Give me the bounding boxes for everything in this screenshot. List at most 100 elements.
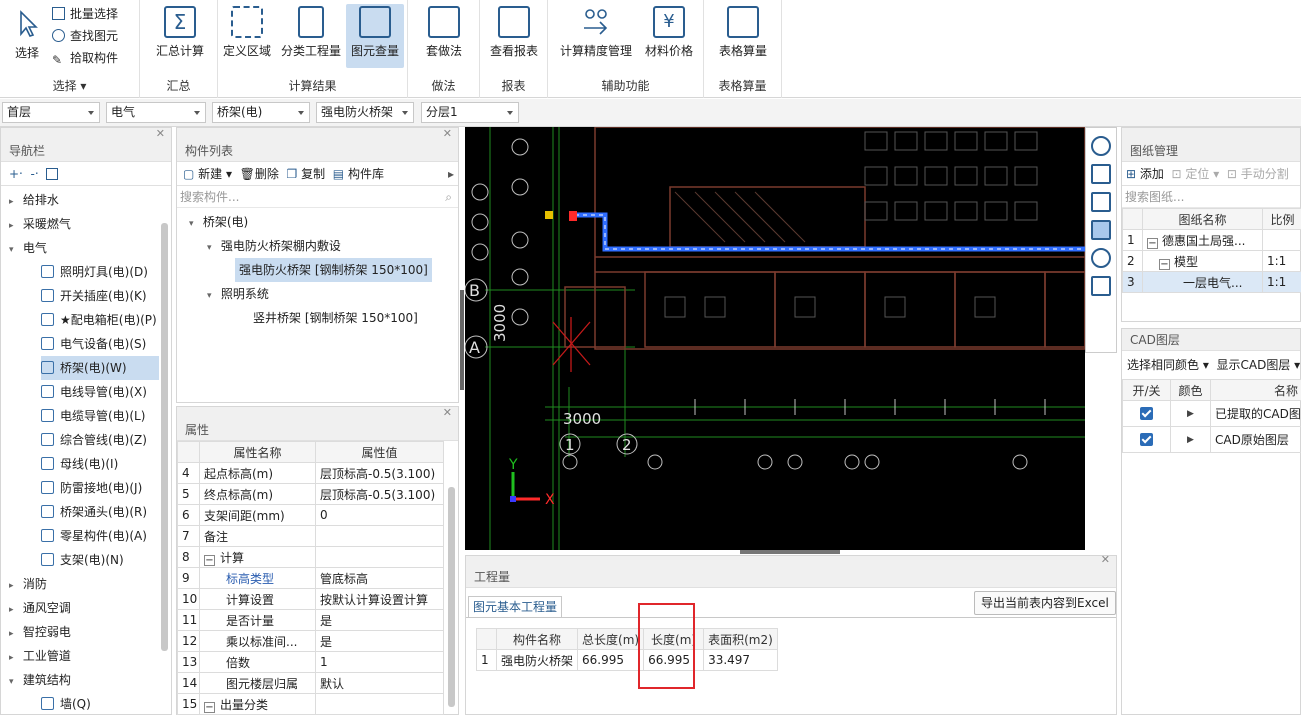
discipline-select[interactable]: 电气: [106, 102, 206, 123]
property-row[interactable]: 11是否计量是: [178, 610, 444, 631]
nav-child-item[interactable]: 照明灯具(电)(D): [41, 260, 148, 284]
component-tree-item[interactable]: ▾ 桥架(电): [189, 210, 248, 234]
nav-category-item[interactable]: ▸ 智控弱电: [9, 620, 71, 644]
nav-child-item[interactable]: 支架(电)(N): [41, 548, 124, 572]
add-drawing-button[interactable]: ⊞ 添加: [1126, 167, 1164, 181]
property-value[interactable]: [316, 694, 444, 715]
pick-component-button[interactable]: ✎拾取构件: [52, 48, 118, 68]
nav-child-item[interactable]: 桥架通头(电)(R): [41, 500, 147, 524]
drawing-row[interactable]: 3一层电气...1:1: [1123, 272, 1301, 293]
close-icon[interactable]: ✕: [1101, 553, 1110, 566]
close-icon[interactable]: ✕: [443, 406, 452, 419]
close-icon[interactable]: ✕: [443, 127, 452, 140]
expand-icon[interactable]: ▸: [9, 190, 19, 214]
property-row[interactable]: 15−出量分类: [178, 694, 444, 715]
classify-qty-button[interactable]: 分类工程量: [276, 4, 346, 68]
manual-split-button[interactable]: ⊡ 手动分割: [1227, 167, 1289, 181]
property-row[interactable]: 14图元楼层归属默认: [178, 673, 444, 694]
nav-category-item[interactable]: ▾ 建筑结构: [9, 668, 71, 692]
collapse-icon[interactable]: ▾: [207, 284, 217, 308]
orbit-icon[interactable]: [1091, 136, 1111, 156]
expand-all-icon[interactable]: +‧: [9, 167, 23, 181]
property-row[interactable]: 9标高类型管底标高: [178, 568, 444, 589]
component-tree-item[interactable]: 强电防火桥架 [钢制桥架 150*100]: [235, 258, 432, 282]
property-row[interactable]: 7备注: [178, 526, 444, 547]
component-tree-item[interactable]: ▾ 强电防火桥架棚内敷设: [207, 234, 341, 258]
expand-icon[interactable]: ▶: [1187, 435, 1194, 445]
drawing-row[interactable]: 1−德惠国土局强...: [1123, 230, 1301, 251]
panel-splitter[interactable]: [460, 290, 464, 390]
nav-category-item[interactable]: ▸ 采暖燃气: [9, 212, 71, 236]
define-area-button[interactable]: 定义区域: [220, 4, 274, 68]
nav-child-item[interactable]: 墙(Q): [41, 692, 91, 716]
expand-icon[interactable]: ▸: [9, 622, 19, 646]
shaded-cube-icon[interactable]: [1091, 220, 1111, 240]
nav-category-item[interactable]: ▸ 消防: [9, 572, 47, 596]
expand-icon[interactable]: ▸: [9, 574, 19, 598]
nav-child-item[interactable]: 母线(电)(I): [41, 452, 118, 476]
expand-icon[interactable]: ▸: [9, 214, 19, 238]
property-row[interactable]: 12乘以标准间...是: [178, 631, 444, 652]
3d-icon[interactable]: [1091, 164, 1111, 184]
nav-category-item[interactable]: ▸ 工业管道: [9, 644, 71, 668]
component-select[interactable]: 强电防火桥架: [316, 102, 414, 123]
cube-icon[interactable]: [1091, 192, 1111, 212]
edit-icon[interactable]: [46, 168, 58, 180]
group-title-select[interactable]: 选择 ▾: [0, 77, 139, 94]
layer-view-icon[interactable]: [1091, 276, 1111, 296]
property-value[interactable]: 管底标高: [316, 568, 444, 589]
property-value[interactable]: 是: [316, 610, 444, 631]
nav-child-item[interactable]: 电气设备(电)(S): [41, 332, 146, 356]
nav-child-item[interactable]: 桥架(电)(W): [41, 356, 159, 380]
property-value[interactable]: 层顶标高-0.5(3.100): [316, 484, 444, 505]
element-qty-button[interactable]: 图元查量: [346, 4, 404, 68]
component-type-select[interactable]: 桥架(电): [212, 102, 310, 123]
collapse-icon[interactable]: ▾: [9, 670, 19, 694]
collapse-icon[interactable]: −: [204, 555, 215, 566]
collapse-icon[interactable]: −: [1159, 259, 1170, 270]
layer-row[interactable]: ▶已提取的CAD图层: [1123, 401, 1301, 427]
floor-select[interactable]: 首层: [2, 102, 100, 123]
nav-child-item[interactable]: 综合管线(电)(Z): [41, 428, 147, 452]
find-element-button[interactable]: 查找图元: [52, 26, 118, 46]
collapse-all-icon[interactable]: -‧: [31, 167, 39, 181]
drawing-search-input[interactable]: 搜索图纸...: [1122, 186, 1300, 208]
property-row[interactable]: 6支架间距(mm)0: [178, 505, 444, 526]
select-button[interactable]: 选择: [4, 4, 50, 68]
table-row[interactable]: 1 强电防火桥架 66.995 66.995 33.497: [477, 650, 778, 671]
collapse-icon[interactable]: ▾: [189, 212, 199, 236]
more-icon[interactable]: ▸: [448, 162, 454, 186]
nav-category-item[interactable]: ▸ 给排水: [9, 188, 59, 212]
precision-mgmt-button[interactable]: 计算精度管理: [554, 4, 638, 68]
property-value[interactable]: 层顶标高-0.5(3.100): [316, 463, 444, 484]
collapse-icon[interactable]: ▾: [9, 238, 19, 262]
expand-icon[interactable]: ▶: [1187, 409, 1194, 419]
nav-category-item[interactable]: ▸ 通风空调: [9, 596, 71, 620]
library-button[interactable]: ▤ 构件库: [333, 167, 384, 181]
view-splitter[interactable]: [740, 550, 840, 554]
component-tree-item[interactable]: 竖井桥架 [钢制桥架 150*100]: [253, 306, 418, 330]
property-value[interactable]: 按默认计算设置计算: [316, 589, 444, 610]
expand-icon[interactable]: ▸: [9, 646, 19, 670]
properties-scrollbar[interactable]: [448, 487, 455, 707]
material-price-button[interactable]: ¥ 材料价格: [640, 4, 698, 68]
property-value[interactable]: 0: [316, 505, 444, 526]
component-tree-item[interactable]: ▾ 照明系统: [207, 282, 269, 306]
drawing-row[interactable]: 2−模型1:1: [1123, 251, 1301, 272]
new-button[interactable]: ▢ 新建 ▾: [183, 167, 232, 181]
property-value[interactable]: [316, 547, 444, 568]
same-color-dropdown[interactable]: 选择相同颜色 ▾: [1127, 358, 1209, 372]
table-calc-button[interactable]: 表格算量: [712, 4, 774, 68]
sublayer-select[interactable]: 分层1: [421, 102, 519, 123]
nav-child-item[interactable]: 电线导管(电)(X): [41, 380, 147, 404]
property-row[interactable]: 5终点标高(m)层顶标高-0.5(3.100): [178, 484, 444, 505]
copy-button[interactable]: ❐ 复制: [287, 167, 326, 181]
property-value[interactable]: [316, 526, 444, 547]
show-layers-dropdown[interactable]: 显示CAD图层 ▾: [1217, 358, 1301, 372]
checkbox-icon[interactable]: [1140, 433, 1153, 446]
batch-select-button[interactable]: 批量选择: [52, 4, 118, 24]
component-search-input[interactable]: 搜索构件... ⌕: [177, 186, 458, 208]
checkbox-icon[interactable]: [1140, 407, 1153, 420]
nav-child-item[interactable]: ★配电箱柜(电)(P): [41, 308, 157, 332]
property-value[interactable]: 默认: [316, 673, 444, 694]
